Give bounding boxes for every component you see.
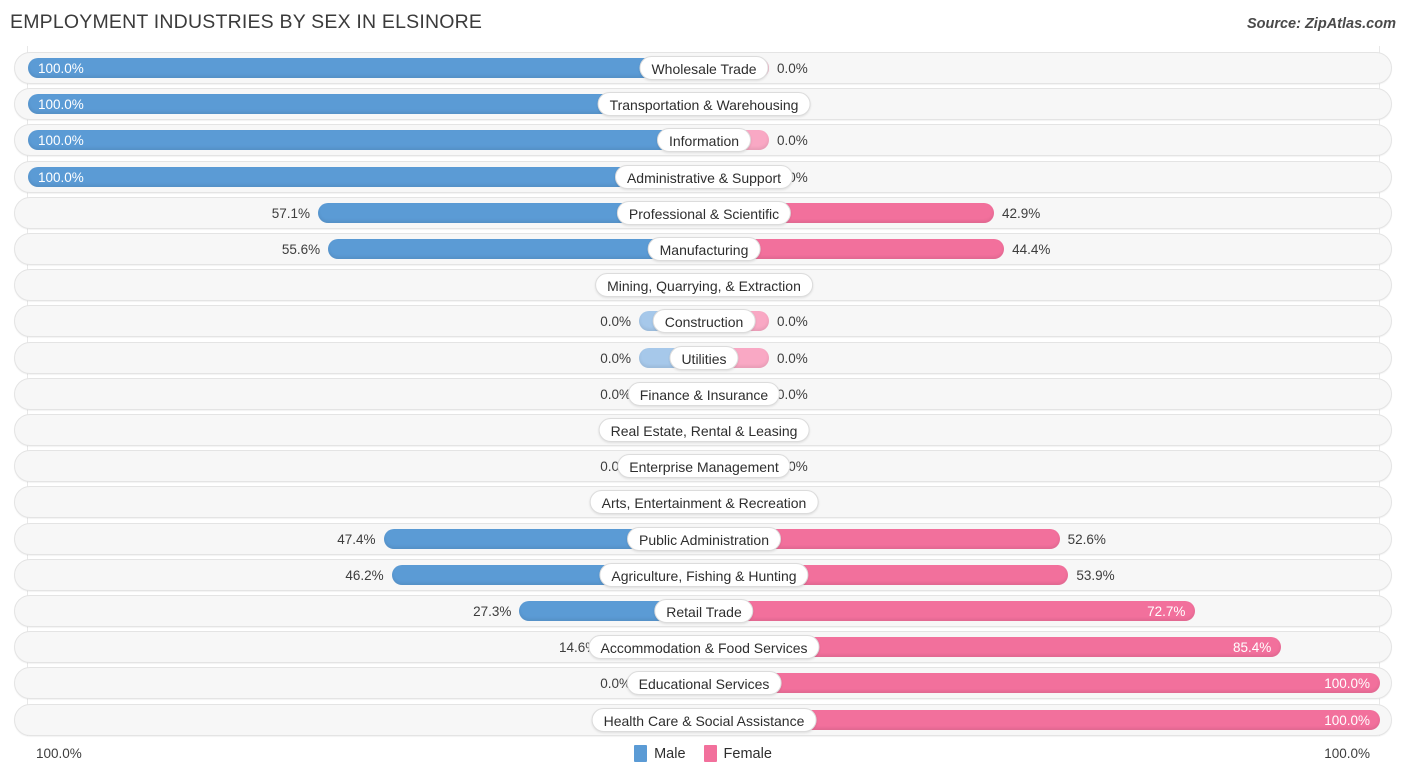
male-bar[interactable] — [28, 166, 704, 187]
female-value-label: 0.0% — [777, 314, 808, 330]
male-color-swatch — [634, 745, 648, 762]
male-value-label: 0.0% — [600, 314, 631, 330]
category-label: Mining, Quarrying, & Extraction — [595, 273, 813, 298]
source-attribution: Source: ZipAtlas.com — [1246, 16, 1396, 32]
chart-legend: Male Female — [0, 745, 1406, 762]
page-title: EMPLOYMENT INDUSTRIES BY SEX IN ELSINORE — [10, 11, 483, 33]
male-value-label: 0.0% — [29, 487, 631, 519]
male-value-label: 27.3% — [473, 604, 512, 619]
chart-footer: 100.0% Male Female 100.0% — [0, 736, 1406, 776]
female-value-label: 0.0% — [777, 61, 808, 76]
female-value-label: 0.0% — [777, 133, 808, 149]
legend-item-male[interactable]: Male — [634, 745, 686, 762]
bar-row: 14.6% 85.4% Accommodation & Food Services — [14, 631, 1392, 664]
category-label: Health Care & Social Assistance — [591, 707, 817, 732]
female-value-label: 0.0% — [777, 350, 808, 366]
bar-row: 0.0%0.0%Mining, Quarrying, & Extraction — [14, 269, 1392, 302]
male-value-label: 0.0% — [600, 386, 631, 402]
legend-label-female: Female — [723, 745, 772, 762]
category-label: Enterprise Management — [617, 454, 791, 479]
category-label: Finance & Insurance — [627, 381, 781, 406]
female-value-label: 42.9% — [1002, 205, 1041, 221]
category-label: Utilities — [669, 345, 739, 370]
bar-rows-container: 100.0%0.0%Wholesale Trade100.0%0.0%Trans… — [0, 46, 1406, 736]
category-label: Construction — [652, 309, 756, 334]
male-value-label: 100.0% — [38, 61, 84, 76]
bar-row: 0.0% 0.0% Finance & Insurance — [14, 377, 1392, 410]
bar-row: 55.6% 44.4% Manufacturing — [14, 233, 1392, 265]
male-value-label: 14.6% — [559, 640, 598, 656]
male-value-label: 46.2% — [345, 567, 384, 583]
male-value-label: 100.0% — [38, 97, 84, 113]
bar-row: 0.0% 0.0% Construction — [14, 305, 1392, 338]
male-value-label: 0.0% — [29, 705, 631, 737]
female-value-label: 53.9% — [1076, 567, 1115, 583]
male-value-label: 0.0% — [600, 676, 631, 692]
bar-row: 0.0%0.0%Arts, Entertainment & Recreation — [14, 486, 1392, 519]
female-bar[interactable] — [704, 673, 1380, 694]
male-value-label: 0.0% — [600, 459, 631, 475]
male-value-label: 57.1% — [271, 205, 310, 221]
category-label: Agriculture, Fishing & Hunting — [599, 562, 809, 587]
male-bar[interactable] — [28, 130, 704, 151]
category-label: Wholesale Trade — [639, 56, 769, 80]
male-value-label: 0.0% — [29, 415, 631, 447]
female-value-label: 72.7% — [1147, 604, 1186, 619]
category-label: Transportation & Warehousing — [597, 92, 811, 117]
male-value-label: 100.0% — [38, 169, 84, 185]
male-value-label: 0.0% — [29, 270, 631, 302]
bar-row: 0.0% 0.0% Enterprise Management — [14, 450, 1392, 483]
bar-row: 0.0% 0.0% Utilities — [14, 341, 1392, 374]
chart-header: EMPLOYMENT INDUSTRIES BY SEX IN ELSINORE… — [0, 0, 1406, 46]
female-value-label: 44.4% — [1012, 242, 1051, 257]
bar-row: 27.3% 72.7% Retail Trade — [14, 595, 1392, 627]
bar-row: 100.0%0.0%Administrative & Support — [14, 160, 1392, 193]
male-value-label: 47.4% — [337, 531, 376, 547]
bar-row: 57.1% 42.9% Professional & Scientific — [14, 196, 1392, 229]
female-color-swatch — [703, 745, 717, 762]
female-value-label: 0.0% — [777, 386, 808, 402]
category-label: Educational Services — [626, 671, 782, 696]
axis-label-right: 100.0% — [1324, 746, 1370, 761]
chart-plot-area: 100.0%0.0%Wholesale Trade100.0%0.0%Trans… — [0, 46, 1406, 736]
category-label: Professional & Scientific — [616, 200, 792, 225]
category-label: Manufacturing — [647, 237, 761, 261]
category-label: Accommodation & Food Services — [588, 635, 820, 660]
category-label: Retail Trade — [654, 599, 754, 623]
bar-row: 46.2% 53.9% Agriculture, Fishing & Hunting — [14, 558, 1392, 591]
bar-row: 0.0%0.0%Real Estate, Rental & Leasing — [14, 414, 1392, 446]
bar-row: 100.0% 0.0% Information — [14, 124, 1392, 157]
legend-label-male: Male — [654, 745, 686, 762]
male-bar[interactable] — [28, 58, 704, 78]
female-bar[interactable] — [704, 601, 1196, 621]
female-value-label: 100.0% — [1324, 676, 1370, 692]
category-label: Information — [656, 128, 752, 153]
bar-row: 100.0% 0.0% Wholesale Trade — [14, 52, 1392, 84]
male-value-label: 0.0% — [600, 350, 631, 366]
female-value-label: 100.0% — [1324, 712, 1370, 728]
female-value-label: 52.6% — [1067, 531, 1106, 547]
category-label: Public Administration — [627, 526, 781, 551]
legend-item-female[interactable]: Female — [703, 745, 772, 762]
bar-row: 0.0% 100.0% Educational Services — [14, 667, 1392, 700]
bar-row: 47.4% 52.6% Public Administration — [14, 522, 1392, 555]
bar-row: 100.0%0.0%Transportation & Warehousing — [14, 88, 1392, 121]
bar-row: 0.0% 100.0% Health Care & Social Assistanc… — [14, 703, 1392, 737]
category-label: Administrative & Support — [614, 164, 794, 189]
category-label: Arts, Entertainment & Recreation — [589, 490, 819, 515]
category-label: Real Estate, Rental & Leasing — [598, 418, 810, 442]
female-value-label: 85.4% — [1233, 640, 1272, 656]
male-value-label: 100.0% — [38, 133, 84, 149]
male-value-label: 55.6% — [281, 242, 321, 257]
